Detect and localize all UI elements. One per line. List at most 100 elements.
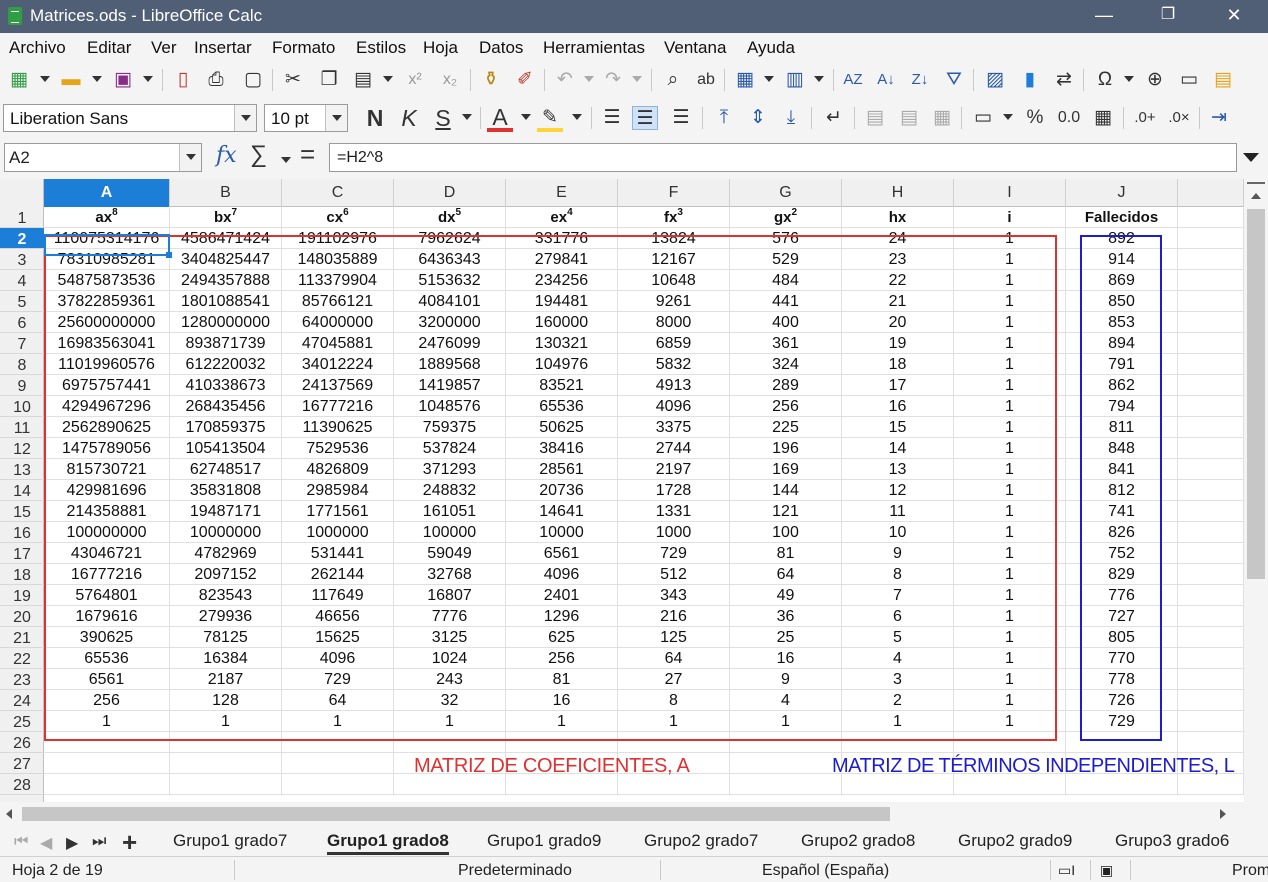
empty-cell[interactable] <box>170 774 282 795</box>
row-header[interactable]: 19 <box>0 585 44 606</box>
table-cell[interactable]: 6561 <box>44 669 170 690</box>
menu-formato[interactable]: Formato <box>272 38 335 58</box>
column-header-h[interactable]: H <box>842 179 954 207</box>
hyperlink-icon[interactable]: ⊕ <box>1142 68 1168 92</box>
table-cell[interactable]: 3375 <box>618 417 730 438</box>
selection-mode-icon[interactable]: ▭I <box>1058 862 1075 879</box>
empty-cell[interactable] <box>44 732 170 753</box>
table-cell[interactable]: 100000000 <box>44 522 170 543</box>
table-cell[interactable]: 850 <box>1066 291 1178 312</box>
menu-herramientas[interactable]: Herramientas <box>543 38 645 58</box>
table-cell[interactable]: 893871739 <box>170 333 282 354</box>
header-cell[interactable]: fx3 <box>618 207 730 228</box>
empty-cell[interactable] <box>1178 396 1244 417</box>
headers-footers-icon[interactable]: ▤ <box>1210 68 1236 92</box>
table-cell[interactable]: 3404825447 <box>170 249 282 270</box>
table-cell[interactable]: 805 <box>1066 627 1178 648</box>
open-dropdown-icon[interactable] <box>92 76 102 82</box>
column-header-i[interactable]: I <box>954 179 1066 207</box>
table-cell[interactable]: 64 <box>618 648 730 669</box>
empty-cell[interactable] <box>1178 690 1244 711</box>
table-cell[interactable]: 12167 <box>618 249 730 270</box>
table-cell[interactable]: 65536 <box>506 396 618 417</box>
empty-cell[interactable] <box>1178 228 1244 249</box>
table-cell[interactable]: 144 <box>730 480 842 501</box>
table-cell[interactable]: 1296 <box>506 606 618 627</box>
empty-cell[interactable] <box>618 732 730 753</box>
table-cell[interactable]: 78125 <box>170 627 282 648</box>
horizontal-scroll-thumb[interactable] <box>22 807 890 821</box>
empty-cell[interactable] <box>1178 543 1244 564</box>
column-header-g[interactable]: G <box>730 179 842 207</box>
empty-cell[interactable] <box>1178 375 1244 396</box>
table-cell[interactable]: 8000 <box>618 312 730 333</box>
table-cell[interactable]: 2401 <box>506 585 618 606</box>
new-document-icon[interactable]: ▦ <box>6 68 32 92</box>
table-cell[interactable]: 100 <box>730 522 842 543</box>
table-cell[interactable]: 169 <box>730 459 842 480</box>
empty-cell[interactable] <box>1178 732 1244 753</box>
vertical-scroll-thumb[interactable] <box>1247 209 1265 579</box>
table-cell[interactable]: 10000000 <box>170 522 282 543</box>
undo-icon[interactable]: ↶ <box>552 68 578 92</box>
table-cell[interactable]: 4096 <box>282 648 394 669</box>
table-cell[interactable]: 3 <box>842 669 954 690</box>
table-cell[interactable]: 612220032 <box>170 354 282 375</box>
table-cell[interactable]: 2197 <box>618 459 730 480</box>
table-cell[interactable]: 16 <box>842 396 954 417</box>
table-cell[interactable]: 23 <box>842 249 954 270</box>
table-cell[interactable]: 1 <box>954 606 1066 627</box>
expand-formula-bar-icon[interactable] <box>1243 153 1259 162</box>
column-dropdown-icon[interactable] <box>814 76 824 82</box>
table-cell[interactable]: 256 <box>44 690 170 711</box>
header-cell[interactable]: dx5 <box>394 207 506 228</box>
align-left-icon[interactable]: ☰ <box>599 106 625 130</box>
table-cell[interactable]: 1 <box>954 564 1066 585</box>
empty-cell[interactable] <box>1178 417 1244 438</box>
table-cell[interactable]: 27 <box>618 669 730 690</box>
insert-chart-icon[interactable]: ▮ <box>1017 68 1043 92</box>
cell-area[interactable]: ax8 bx7 cx6 dx5 ex4 fx3 gx2 hx i Fallecidos 110075… <box>44 207 1244 802</box>
redo-icon[interactable]: ↷ <box>600 68 626 92</box>
column-header-d[interactable]: D <box>394 179 506 207</box>
menu-ayuda[interactable]: Ayuda <box>747 38 795 58</box>
table-cell[interactable]: 128 <box>170 690 282 711</box>
table-cell[interactable]: 894 <box>1066 333 1178 354</box>
table-cell[interactable]: 752 <box>1066 543 1178 564</box>
table-cell[interactable]: 811 <box>1066 417 1178 438</box>
table-cell[interactable]: 410338673 <box>170 375 282 396</box>
row-header[interactable]: 27 <box>0 753 44 774</box>
table-cell[interactable]: 25600000000 <box>44 312 170 333</box>
row-header[interactable]: 13 <box>0 459 44 480</box>
align-bottom-icon[interactable]: ⤓ <box>778 106 804 130</box>
table-cell[interactable]: 1 <box>954 396 1066 417</box>
table-cell[interactable]: 64 <box>730 564 842 585</box>
header-cell[interactable]: hx <box>842 207 954 228</box>
comment-icon[interactable]: ▭ <box>1176 68 1202 92</box>
table-cell[interactable]: 778 <box>1066 669 1178 690</box>
empty-cell[interactable] <box>842 732 954 753</box>
new-dropdown-icon[interactable] <box>40 76 50 82</box>
document-modified-icon[interactable]: ▣ <box>1100 862 1113 879</box>
table-cell[interactable]: 1889568 <box>394 354 506 375</box>
table-cell[interactable]: 2476099 <box>394 333 506 354</box>
column-header-c[interactable]: C <box>282 179 394 207</box>
table-cell[interactable]: 78310985281 <box>44 249 170 270</box>
chevron-down-icon[interactable] <box>179 144 201 171</box>
font-color-button[interactable]: A <box>487 106 513 132</box>
formula-input[interactable]: =H2^8 <box>329 143 1237 172</box>
table-cell[interactable]: 1 <box>954 249 1066 270</box>
table-cell[interactable]: 1 <box>954 501 1066 522</box>
empty-cell[interactable] <box>282 774 394 795</box>
table-cell[interactable]: 5832 <box>618 354 730 375</box>
sort-descending-icon[interactable]: Z↓ <box>907 68 933 92</box>
empty-cell[interactable] <box>954 732 1066 753</box>
table-cell[interactable]: 1000 <box>618 522 730 543</box>
empty-cell[interactable] <box>730 753 842 774</box>
empty-cell[interactable] <box>1178 291 1244 312</box>
table-cell[interactable]: 1 <box>394 711 506 732</box>
table-cell[interactable]: 10000 <box>506 522 618 543</box>
table-cell[interactable]: 869 <box>1066 270 1178 291</box>
print-preview-icon[interactable]: ▢ <box>240 68 266 92</box>
table-cell[interactable]: 1 <box>954 543 1066 564</box>
